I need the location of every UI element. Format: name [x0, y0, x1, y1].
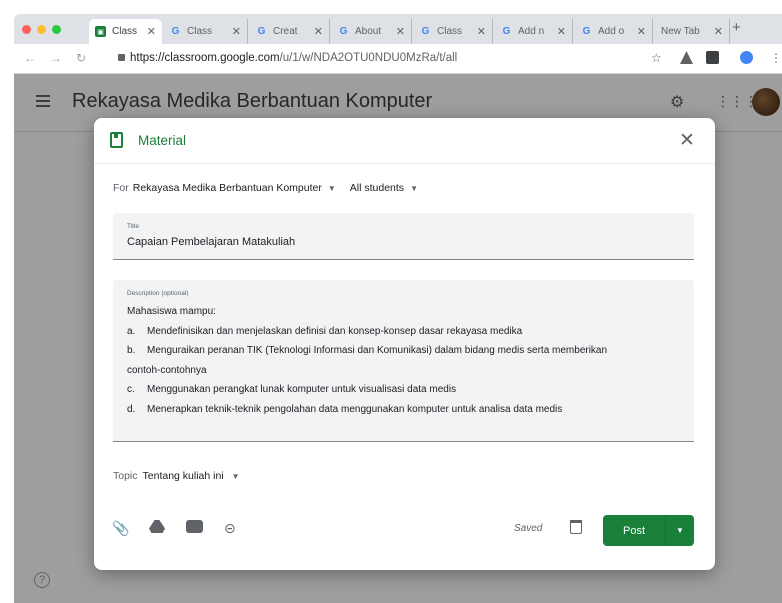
- forward-icon[interactable]: →: [50, 51, 62, 65]
- close-tab-icon[interactable]: ✕: [557, 25, 566, 38]
- tab-title: About: [355, 26, 382, 37]
- close-tab-icon[interactable]: ✕: [232, 25, 241, 38]
- address-bar: ← → ↻ https://classroom.google.com/u/1/w…: [14, 44, 782, 74]
- zoom-window-button[interactable]: [52, 25, 61, 34]
- url-field[interactable]: https://classroom.google.com/u/1/w/NDA2O…: [130, 52, 457, 64]
- class-select[interactable]: Rekayasa Medika Berbantuan Komputer: [133, 182, 322, 194]
- close-tab-icon[interactable]: ✕: [477, 25, 486, 38]
- header-divider: [94, 163, 715, 164]
- google-icon: G: [339, 26, 348, 37]
- list-text: Menguraikan peranan TIK (Teknologi Infor…: [147, 345, 608, 356]
- drive-extension-icon[interactable]: [680, 51, 693, 64]
- material-dialog: Material ✕ For Rekayasa Medika Berbantua…: [94, 118, 715, 570]
- tab-title: Creat: [273, 26, 298, 37]
- tab-title: Class: [187, 26, 213, 37]
- browser-tab[interactable]: G Class ✕: [414, 19, 493, 44]
- link-icon[interactable]: ⊝: [224, 520, 236, 537]
- youtube-icon[interactable]: [186, 520, 203, 533]
- title-label: Title: [127, 223, 140, 230]
- tab-title: New Tab: [661, 26, 700, 37]
- browser-tab[interactable]: G About ✕: [332, 19, 412, 44]
- google-icon: G: [421, 26, 430, 37]
- minimize-window-button[interactable]: [37, 25, 46, 34]
- description-list-item: a. Mendefinisikan dan menjelaskan definis…: [127, 322, 677, 342]
- description-field[interactable]: Description (optional) Mahasiswa mampu: …: [113, 280, 694, 442]
- list-text: Menggunakan perangkat lunak komputer unt…: [147, 384, 457, 395]
- browser-tab[interactable]: New Tab ✕: [655, 19, 730, 44]
- close-tab-icon[interactable]: ✕: [314, 25, 323, 38]
- browser-menu-icon[interactable]: ⋮: [770, 51, 782, 65]
- description-label: Description (optional): [127, 290, 189, 297]
- description-list-item: b. Menguraikan peranan TIK (Teknologi Inf…: [127, 341, 677, 361]
- tab-title: Class: [437, 26, 463, 37]
- list-text: Menerapkan teknik-teknik pengolahan data…: [147, 403, 563, 415]
- topic-select[interactable]: Tentang kuliah ini: [143, 470, 224, 482]
- class-dropdown-icon[interactable]: ▼: [328, 184, 336, 193]
- attach-file-icon[interactable]: 📎: [112, 520, 129, 537]
- description-intro: Mahasiswa mampu:: [127, 306, 216, 317]
- extension-icon[interactable]: [706, 51, 719, 64]
- new-tab-button[interactable]: +: [732, 19, 741, 36]
- reload-icon[interactable]: ↻: [76, 51, 86, 65]
- window-controls: [22, 25, 61, 34]
- google-icon: G: [257, 26, 266, 37]
- students-select[interactable]: All students: [350, 182, 404, 194]
- close-tab-icon[interactable]: ✕: [147, 25, 156, 38]
- description-list-item: contoh-contohnya: [127, 361, 677, 381]
- google-drive-icon[interactable]: [149, 520, 165, 533]
- title-input[interactable]: Capaian Pembelajaran Matakuliah: [127, 236, 295, 248]
- browser-tab[interactable]: G Add n ✕: [495, 19, 573, 44]
- close-tab-icon[interactable]: ✕: [714, 25, 723, 38]
- list-marker: d.: [127, 403, 136, 415]
- tab-title: Add o: [598, 26, 625, 37]
- tab-title: Add n: [518, 26, 545, 37]
- back-icon[interactable]: ←: [24, 51, 36, 65]
- profile-avatar[interactable]: [740, 51, 753, 64]
- browser-tab-strip: ▣ Class ✕ G Class ✕ G Creat ✕ G About ✕ G Class ✕ G Add …: [14, 14, 782, 44]
- close-tab-icon[interactable]: ✕: [396, 25, 405, 38]
- close-tab-icon[interactable]: ✕: [637, 25, 646, 38]
- list-text: contoh-contohnya: [127, 364, 207, 376]
- close-icon[interactable]: ✕: [679, 129, 695, 152]
- close-window-button[interactable]: [22, 25, 31, 34]
- post-button[interactable]: Post: [603, 515, 666, 546]
- bookmark-star-icon[interactable]: ☆: [651, 51, 664, 65]
- audience-row: For Rekayasa Medika Berbantuan Komputer …: [113, 182, 432, 194]
- topic-label: Topic: [113, 470, 138, 482]
- title-field[interactable]: Title Capaian Pembelajaran Matakuliah: [113, 213, 694, 260]
- lock-icon: [118, 54, 125, 61]
- list-marker: b.: [127, 345, 136, 356]
- description-list-item: c. Menggunakan perangkat lunak komputer u…: [127, 380, 677, 400]
- post-options-dropdown-icon[interactable]: ▼: [666, 515, 694, 546]
- url-host: https://classroom.google.com: [130, 52, 280, 64]
- browser-tab[interactable]: ▣ Class ✕: [89, 19, 162, 44]
- browser-tab[interactable]: G Add o ✕: [575, 19, 653, 44]
- description-input[interactable]: Mahasiswa mampu: a. Mendefinisikan dan me…: [127, 302, 677, 419]
- google-icon: G: [171, 26, 180, 37]
- browser-tab[interactable]: G Class ✕: [164, 19, 248, 44]
- tab-title: Class: [112, 26, 138, 37]
- saved-status: Saved: [514, 523, 543, 534]
- google-icon: G: [502, 26, 511, 37]
- browser-tab[interactable]: G Creat ✕: [250, 19, 330, 44]
- url-path: /u/1/w/NDA2OTU0NDU0MzRa/t/all: [279, 52, 458, 64]
- topic-dropdown-icon[interactable]: ▼: [232, 472, 240, 481]
- material-icon: [110, 132, 123, 148]
- topic-row: Topic Tentang kuliah ini ▼: [113, 470, 240, 482]
- students-dropdown-icon[interactable]: ▼: [410, 184, 418, 193]
- list-marker: a.: [127, 325, 136, 337]
- list-marker: c.: [127, 384, 135, 395]
- list-text: Mendefinisikan dan menjelaskan definisi …: [147, 325, 523, 337]
- delete-icon[interactable]: [570, 520, 582, 534]
- dialog-title: Material: [138, 133, 187, 148]
- description-list-item: d. Menerapkan teknik-teknik pengolahan da…: [127, 400, 677, 420]
- for-label: For: [113, 182, 129, 194]
- google-icon: G: [582, 26, 591, 37]
- classroom-icon: ▣: [95, 26, 106, 37]
- post-button-group: Post ▼: [603, 515, 694, 546]
